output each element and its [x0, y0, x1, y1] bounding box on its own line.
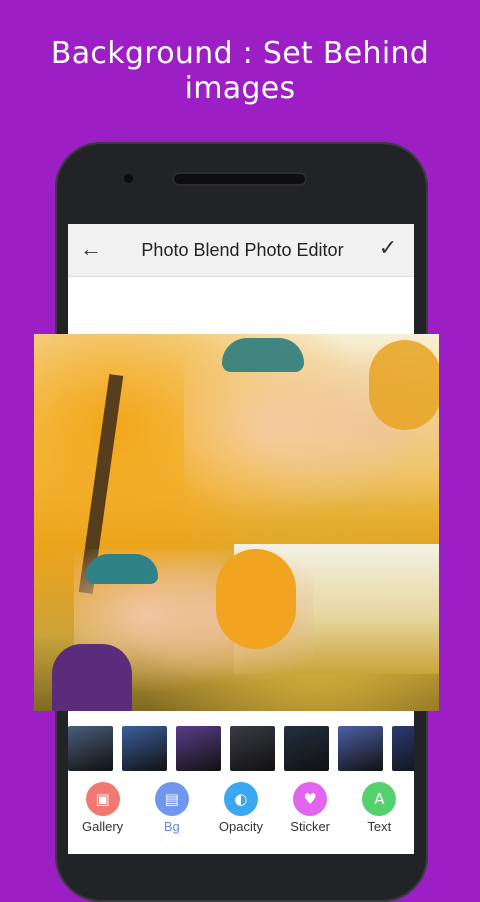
photo-canvas[interactable] — [34, 334, 439, 711]
promo-title: Background : Set Behind images — [50, 36, 430, 106]
tool-label: Bg — [163, 819, 180, 834]
text-icon: A — [362, 782, 397, 816]
space-thumb[interactable] — [392, 726, 414, 771]
tool-label: Gallery — [82, 819, 124, 834]
background-thumbnail-strip[interactable] — [68, 726, 414, 778]
tool-opacity-button[interactable]: ◐ Opacity — [209, 780, 273, 842]
teal-beanie-bottom — [86, 554, 158, 584]
background-icon: ▤ — [154, 782, 189, 816]
tool-label: Sticker — [290, 819, 331, 834]
teal-beanie-top — [222, 338, 304, 372]
galaxy-swirl-thumb[interactable] — [122, 726, 167, 771]
app-title: Photo Blend Photo Editor — [141, 240, 344, 260]
tool-sticker-button[interactable]: ♥ Sticker — [278, 780, 342, 842]
heart-icon: ♥ — [293, 782, 328, 816]
image-icon: ▣ — [85, 782, 120, 816]
tool-label: Text — [367, 819, 392, 834]
tool-label: Opacity — [218, 819, 263, 834]
check-icon[interactable]: ✓ — [376, 236, 400, 260]
city-lights-thumb[interactable] — [284, 726, 329, 771]
opacity-icon: ◐ — [223, 782, 258, 816]
front-camera — [124, 174, 133, 183]
skyline-thumb[interactable] — [230, 726, 275, 771]
earpiece-speaker — [172, 172, 307, 186]
city-night-thumb[interactable] — [68, 726, 113, 771]
bottom-toolbar: ▣ Gallery ▤ Bg ◐ Opacity ♥ Sticker A Text — [68, 780, 414, 842]
orange-beanie-top — [369, 340, 439, 430]
eiffel-tower-thumb[interactable] — [176, 726, 221, 771]
tool-text-button[interactable]: A Text — [347, 780, 411, 842]
nebula-thumb[interactable] — [338, 726, 383, 771]
purple-top-shoulder — [52, 644, 132, 711]
tool-bg-button[interactable]: ▤ Bg — [140, 780, 204, 842]
orange-beanie-bottom — [216, 549, 296, 649]
arrow-left-icon[interactable]: ← — [80, 238, 102, 260]
tool-gallery-button[interactable]: ▣ Gallery — [71, 780, 135, 842]
